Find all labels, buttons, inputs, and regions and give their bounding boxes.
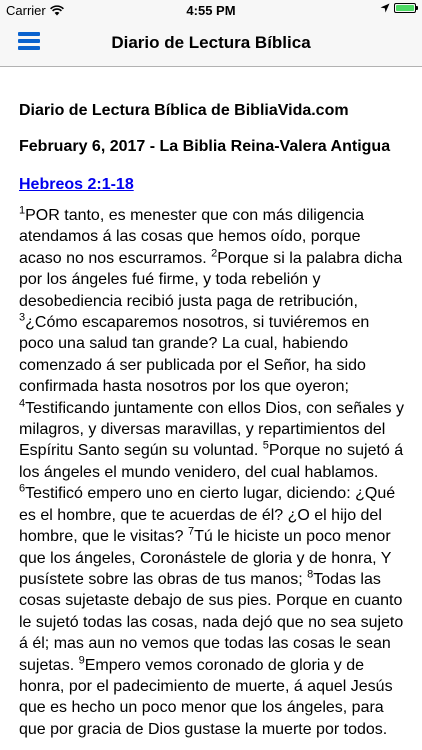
battery-level [396, 5, 414, 11]
navigation-bar: Diario de Lectura Bíblica [0, 20, 422, 67]
nav-title: Diario de Lectura Bíblica [111, 33, 311, 52]
site-heading: Diario de Lectura Bíblica de BibliaVida.… [19, 102, 349, 119]
date-heading: February 6, 2017 - La Biblia Reina-Valer… [19, 138, 391, 155]
location-arrow-icon [380, 3, 390, 13]
verse-text: ¿Cómo escaparemos nosotros, si tuviéremo… [19, 314, 370, 396]
status-bar: Carrier 4:55 PM [0, 0, 422, 20]
passage-text: 1POR tanto, es menester que con más dili… [19, 205, 405, 740]
battery-nub [416, 6, 418, 10]
battery-icon [394, 3, 418, 13]
passage-reference-link[interactable]: Hebreos 2:1-18 [19, 176, 134, 194]
status-time: 4:55 PM [186, 3, 236, 18]
status-right [380, 3, 418, 13]
